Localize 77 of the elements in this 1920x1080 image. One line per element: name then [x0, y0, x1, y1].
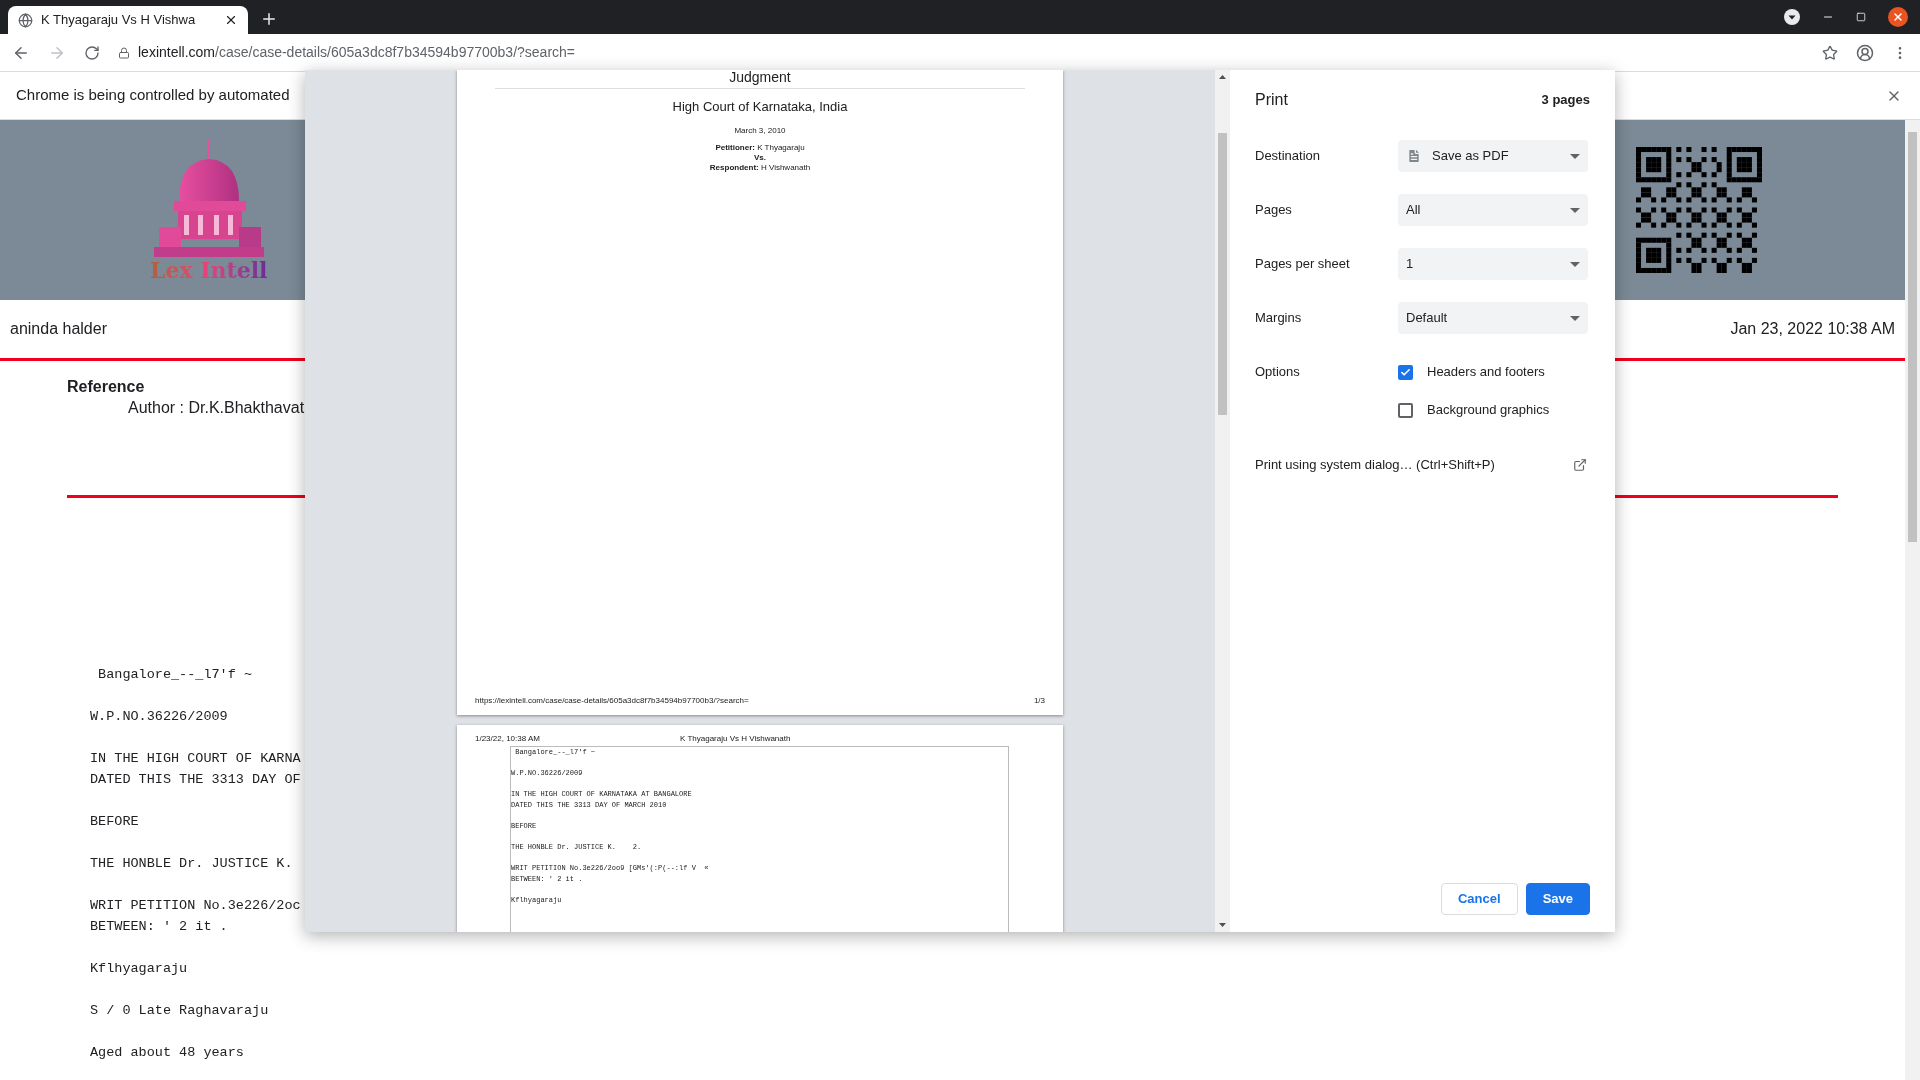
respondent-text: Respondent: H Vishwanath	[709, 162, 811, 173]
system-dialog-link[interactable]: Print using system dialog… (Ctrl+Shift+P)	[1255, 455, 1495, 475]
document-line: BETWEEN: ' 2 it .	[90, 918, 228, 936]
lock-icon	[118, 46, 130, 59]
automation-message: Chrome is being controlled by automated	[16, 85, 290, 106]
scrollbar-thumb[interactable]	[1218, 133, 1227, 415]
dialog-title: Print	[1255, 90, 1288, 110]
bookmark-star-icon[interactable]	[1822, 44, 1838, 61]
checkmark-icon	[1400, 366, 1411, 378]
document-line: Bangalore_--_l7'f ~	[97, 666, 253, 684]
browser-tab[interactable]: K Thyagaraju Vs H Vishwa	[8, 6, 248, 34]
dropdown-value: All	[1406, 201, 1422, 220]
scroll-up-icon[interactable]	[1219, 75, 1226, 79]
caret-icon	[1570, 315, 1580, 321]
document-line: S / 0 Late Raghavaraju	[90, 1002, 269, 1020]
globe-icon	[18, 12, 33, 28]
address-field[interactable]: lexintell.com/case/case-details/605a3dc8f7b34594b97700b3/?search=	[118, 37, 1804, 68]
reference-heading: Reference	[67, 377, 146, 397]
caret-icon	[1570, 153, 1580, 159]
document-line: THE HONBLE Dr. JUSTICE K.	[90, 855, 293, 873]
logo-text: Lex Intell	[150, 259, 268, 281]
document-line: WRIT PETITION No.3e226/2oc	[90, 897, 301, 915]
page-scrollbar[interactable]	[1905, 120, 1920, 1080]
close-icon	[1892, 11, 1904, 23]
profile-icon[interactable]	[1856, 43, 1874, 62]
print-date: 1/23/22, 10:38 AM	[475, 733, 541, 745]
document-line: IN THE HIGH COURT OF KARNA	[90, 750, 301, 768]
checkbox-label: Background graphics	[1427, 401, 1550, 420]
setting-label: Margins	[1255, 309, 1303, 328]
page-heading: Judgment	[729, 70, 791, 84]
new-tab-icon[interactable]	[260, 10, 278, 28]
dropdown-value: Save as PDF	[1432, 147, 1510, 166]
document-line: Kflhyagaraju	[90, 960, 188, 978]
scroll-down-icon[interactable]	[1219, 923, 1226, 927]
page-count: 3 pages	[1541, 91, 1590, 110]
author-text: Author : Dr.K.Bhakthavat	[128, 398, 305, 418]
caret-icon	[1570, 261, 1580, 267]
checkbox[interactable]	[1398, 402, 1413, 418]
dropdown-value: Default	[1406, 309, 1449, 328]
setting-dropdown[interactable]: 1	[1398, 248, 1588, 280]
close-window-button[interactable]	[1888, 7, 1908, 27]
setting-label: Options	[1255, 363, 1301, 382]
judgment-date: March 3, 2010	[734, 124, 786, 137]
page-number: 1/3	[1033, 695, 1045, 707]
close-icon[interactable]	[224, 13, 238, 27]
dropdown-circle-icon[interactable]	[1784, 9, 1800, 25]
setting-dropdown[interactable]: All	[1398, 194, 1588, 226]
setting-label: Destination	[1255, 147, 1322, 166]
footer-url: https://lexintell.com/case/case-details/605a3dc8f7b34594b97700b3/?search=	[475, 695, 749, 707]
document-line: BEFORE	[90, 813, 139, 831]
setting-label: Pages	[1255, 201, 1293, 220]
reload-icon[interactable]	[84, 44, 100, 61]
save-button[interactable]: Save	[1525, 883, 1590, 915]
url-text: lexintell.com/case/case-details/605a3dc8f7b34594b97700b3/?search=	[138, 43, 576, 62]
timestamp: Jan 23, 2022 10:38 AM	[1730, 319, 1895, 339]
setting-dropdown[interactable]: Default	[1398, 302, 1588, 334]
setting-dropdown[interactable]: Save as PDF	[1398, 140, 1588, 172]
document-line: W.P.NO.36226/2009	[90, 708, 228, 726]
document-icon	[1406, 148, 1422, 164]
caret-icon	[1570, 207, 1580, 213]
document-line: DATED THIS THE 3313 DAY OF	[90, 771, 301, 789]
setting-label: Pages per sheet	[1255, 255, 1351, 274]
petitioner-text: Petitioner: K Thyagaraju	[715, 142, 805, 153]
print-title: K Thyagaraju Vs H Vishwanath	[680, 733, 791, 745]
court-name: High Court of Karnataka, India	[672, 98, 848, 116]
tab-title: K Thyagaraju Vs H Vishwa	[41, 11, 197, 30]
user-name: aninda halder	[10, 319, 107, 339]
document-line: Aged about 48 years	[90, 1044, 244, 1062]
restore-icon[interactable]	[1856, 12, 1866, 22]
scrollbar-thumb[interactable]	[1908, 132, 1917, 542]
checkbox-label: Headers and footers	[1427, 363, 1545, 382]
versus-text: Vs.	[754, 152, 766, 163]
preview-scrollbar[interactable]	[1215, 70, 1230, 932]
checkbox[interactable]	[1398, 364, 1413, 380]
cancel-button[interactable]: Cancel	[1441, 883, 1518, 915]
dropdown-value: 1	[1406, 255, 1415, 274]
open-external-icon[interactable]	[1573, 457, 1587, 472]
